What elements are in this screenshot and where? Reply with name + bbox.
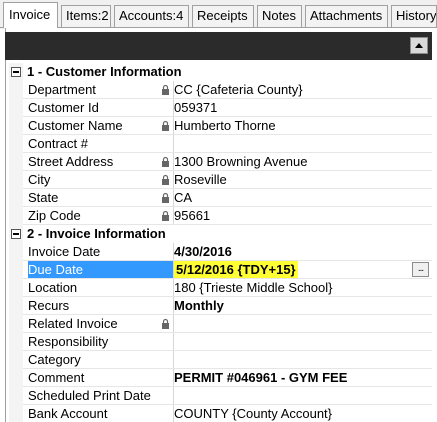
row-gutter [9, 171, 23, 189]
property-row[interactable]: Contract # [9, 135, 432, 153]
property-label: Location [28, 280, 78, 295]
property-label: Customer Id [28, 100, 99, 115]
property-row[interactable]: Related Invoice [9, 315, 432, 333]
panel-header-bar [5, 32, 432, 60]
property-value[interactable]: 180 {Trieste Middle School} [174, 279, 333, 297]
section-header[interactable]: 1 - Customer Information [9, 63, 432, 81]
row-gutter [9, 189, 23, 207]
property-row[interactable]: Comment PERMIT #046961 - GYM FEE [9, 369, 432, 387]
row-gutter [9, 405, 23, 422]
property-label: State [28, 190, 59, 205]
tab-history[interactable]: History [391, 5, 437, 27]
ellipsis-button[interactable]: ... [412, 262, 429, 277]
lock-icon [161, 120, 170, 132]
tab-notes[interactable]: Notes [257, 5, 302, 27]
row-gutter [9, 297, 23, 315]
collapse-section-icon[interactable] [11, 229, 21, 239]
row-gutter [9, 369, 23, 387]
property-row[interactable]: Due Date 5/12/2016 {TDY+15}... [9, 261, 432, 279]
row-gutter [9, 135, 23, 153]
property-row[interactable]: State CA [9, 189, 432, 207]
property-label: Zip Code [28, 208, 81, 223]
row-gutter [9, 261, 23, 279]
property-row[interactable]: Zip Code 95661 [9, 207, 432, 225]
tab-items[interactable]: Items:2 [61, 5, 111, 27]
property-label: Comment [28, 370, 85, 385]
property-value[interactable]: Humberto Thorne [174, 117, 276, 135]
collapse-section-icon[interactable] [11, 67, 21, 77]
property-label: Bank Account [28, 406, 108, 421]
property-label: Due Date [28, 261, 173, 279]
lock-icon [161, 210, 170, 222]
lock-icon [161, 84, 170, 96]
property-value[interactable]: 95661 [174, 207, 210, 225]
property-value[interactable]: 5/12/2016 {TDY+15} [174, 261, 298, 279]
collapse-button[interactable] [410, 37, 428, 54]
property-value[interactable]: Monthly [174, 297, 224, 315]
row-gutter [9, 243, 23, 261]
section-title: 1 - Customer Information [27, 64, 182, 79]
row-gutter [9, 153, 23, 171]
property-value[interactable]: CC {Cafeteria County} [174, 81, 303, 99]
property-row[interactable]: Scheduled Print Date [9, 387, 432, 405]
row-gutter [9, 117, 23, 135]
property-label: Street Address [28, 154, 114, 169]
property-label: Responsibility [28, 334, 109, 349]
row-gutter [9, 351, 23, 369]
lock-icon [161, 192, 170, 204]
property-value[interactable]: 059371 [174, 99, 217, 117]
property-row[interactable]: Street Address 1300 Browning Avenue [9, 153, 432, 171]
property-row[interactable]: Responsibility [9, 333, 432, 351]
property-value[interactable]: PERMIT #046961 - GYM FEE [174, 369, 347, 387]
column-divider [173, 315, 174, 333]
property-label: Scheduled Print Date [28, 388, 151, 403]
tab-accounts[interactable]: Accounts:4 [114, 5, 189, 27]
tab-receipts[interactable]: Receipts [192, 5, 254, 27]
property-label: Contract # [28, 136, 88, 151]
row-gutter [9, 99, 23, 117]
property-label: Related Invoice [28, 316, 118, 331]
property-label: City [28, 172, 51, 187]
property-row[interactable]: Customer Name Humberto Thorne [9, 117, 432, 135]
property-label: Invoice Date [28, 244, 101, 259]
column-divider [173, 333, 174, 351]
row-gutter [9, 81, 23, 99]
tab-invoice[interactable]: Invoice [3, 2, 58, 28]
property-label: Department [28, 82, 96, 97]
property-row[interactable]: Customer Id 059371 [9, 99, 432, 117]
property-row[interactable]: Invoice Date 4/30/2016 [9, 243, 432, 261]
property-row[interactable]: Location 180 {Trieste Middle School} [9, 279, 432, 297]
chevron-up-icon [415, 43, 423, 48]
row-gutter [9, 315, 23, 333]
property-value[interactable]: Roseville [174, 171, 227, 189]
property-value[interactable]: 4/30/2016 [174, 243, 232, 261]
lock-icon [161, 156, 170, 168]
row-gutter [9, 387, 23, 405]
property-row[interactable]: Category [9, 351, 432, 369]
tab-attachments[interactable]: Attachments [305, 5, 388, 27]
property-row[interactable]: Department CC {Cafeteria County} [9, 81, 432, 99]
row-gutter [9, 207, 23, 225]
property-value[interactable]: 1300 Browning Avenue [174, 153, 307, 171]
column-divider [173, 351, 174, 369]
section-title: 2 - Invoice Information [27, 226, 166, 241]
property-label: Customer Name [28, 118, 123, 133]
row-gutter [9, 279, 23, 297]
column-divider [173, 387, 174, 405]
property-value[interactable]: COUNTY {County Account} [174, 405, 332, 422]
property-row[interactable]: Recurs Monthly [9, 297, 432, 315]
lock-icon [161, 318, 170, 330]
property-label: Category [28, 352, 81, 367]
property-label: Recurs [28, 298, 70, 313]
property-row[interactable]: City Roseville [9, 171, 432, 189]
section-header[interactable]: 2 - Invoice Information [9, 225, 432, 243]
column-divider [173, 135, 174, 153]
property-row[interactable]: Bank Account COUNTY {County Account} [9, 405, 432, 422]
property-value[interactable]: CA [174, 189, 192, 207]
tab-bar: Invoice Items:2 Accounts:4 Receipts Note… [0, 0, 437, 29]
row-gutter [9, 333, 23, 351]
lock-icon [161, 174, 170, 186]
